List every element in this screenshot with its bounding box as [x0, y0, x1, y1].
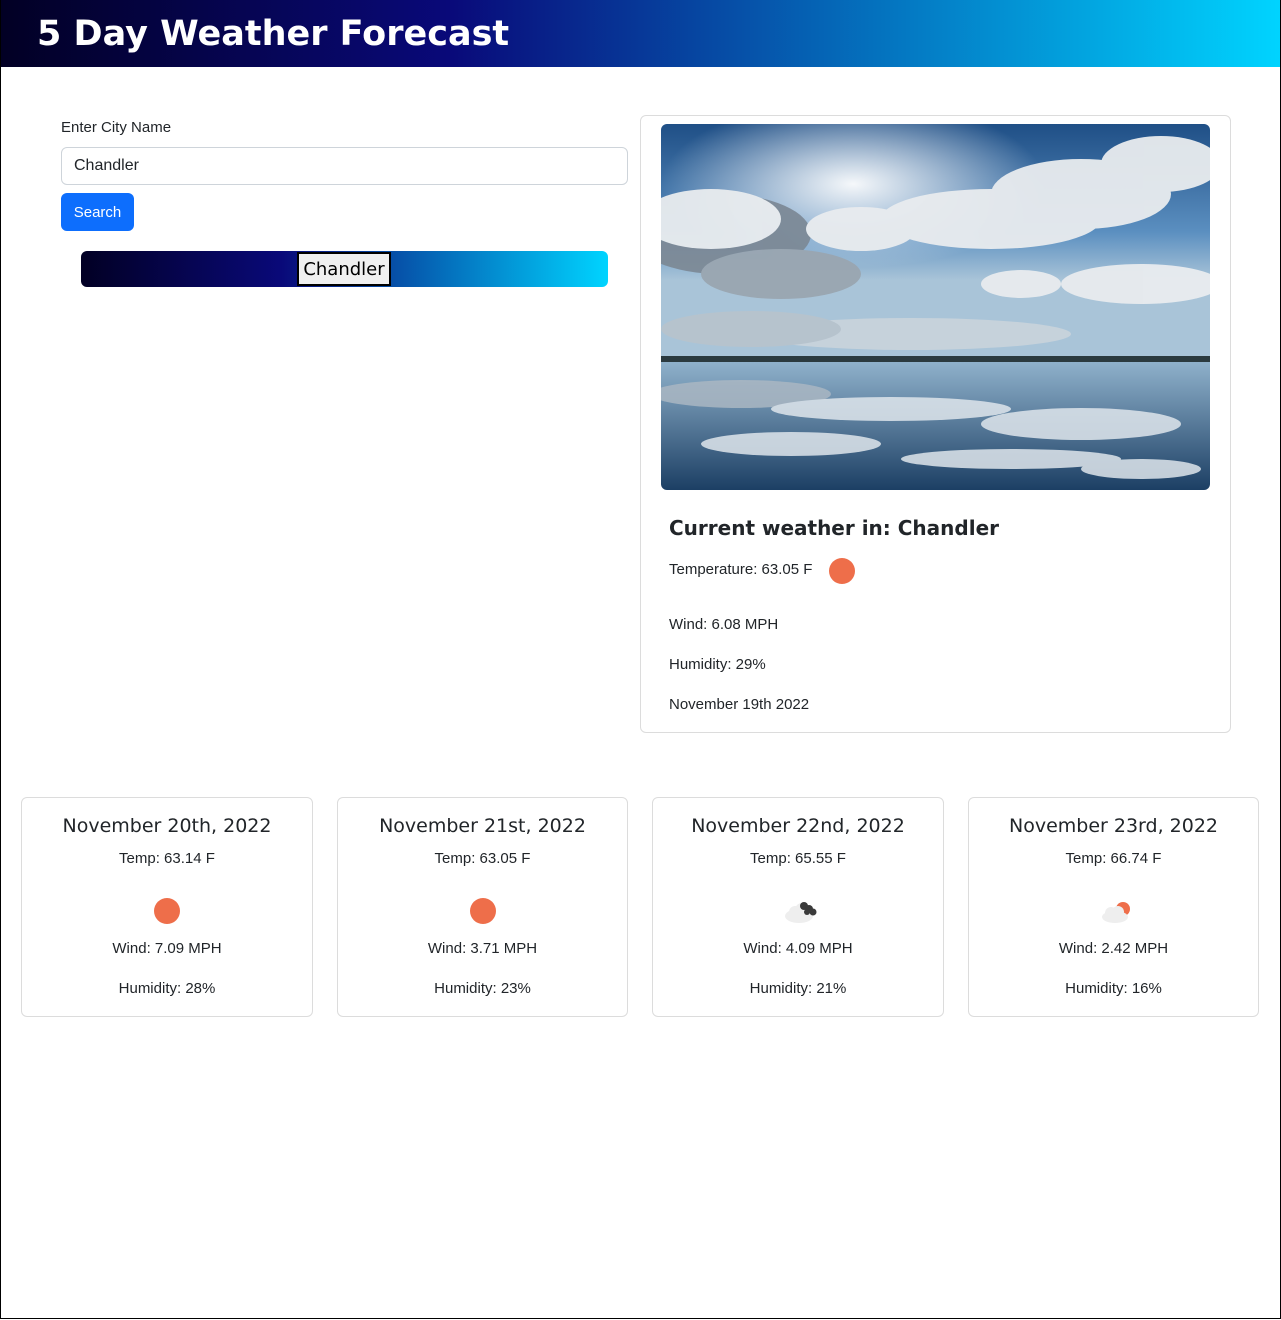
history-city-button[interactable]: Chandler — [297, 252, 391, 286]
site-header: 5 Day Weather Forecast — [0, 0, 1281, 67]
forecast-wind: Wind: 4.09 MPH — [743, 940, 853, 957]
forecast-card: November 20th, 2022 Temp: 63.14 F Wind: … — [21, 797, 313, 1017]
city-search-input[interactable] — [61, 147, 628, 185]
page-title: 5 Day Weather Forecast — [37, 14, 510, 54]
forecast-date: November 23rd, 2022 — [1008, 815, 1219, 837]
forecast-humidity: Humidity: 21% — [749, 980, 847, 997]
forecast-card: November 22nd, 2022 Temp: 65.55 F Wind: … — [652, 797, 944, 1017]
sun-icon — [152, 898, 182, 924]
forecast-humidity: Humidity: 28% — [118, 980, 216, 997]
broken-clouds-icon — [783, 898, 817, 924]
forecast-wind: Wind: 2.42 MPH — [1058, 940, 1169, 957]
forecast-card: November 21st, 2022 Temp: 63.05 F Wind: … — [337, 797, 628, 1017]
forecast-date: November 22nd, 2022 — [691, 815, 905, 837]
partly-cloudy-icon — [1099, 898, 1130, 924]
forecast-temp: Temp: 65.55 F — [750, 850, 846, 867]
forecast-humidity: Humidity: 16% — [1065, 980, 1162, 997]
city-name-label: Enter City Name — [61, 119, 172, 136]
current-date: November 19th 2022 — [669, 696, 810, 713]
sky-reflection-image — [661, 124, 1210, 490]
current-wind: Wind: 6.08 MPH — [669, 616, 779, 633]
current-humidity: Humidity: 29% — [669, 656, 766, 673]
forecast-card: November 23rd, 2022 Temp: 66.74 F Wind: … — [968, 797, 1259, 1017]
forecast-wind: Wind: 3.71 MPH — [427, 940, 538, 957]
forecast-temp: Temp: 63.05 F — [434, 850, 531, 867]
forecast-date: November 20th, 2022 — [62, 815, 272, 837]
forecast-wind: Wind: 7.09 MPH — [112, 940, 222, 957]
sun-icon — [468, 898, 498, 924]
forecast-temp: Temp: 66.74 F — [1065, 850, 1162, 867]
current-weather-title: Current weather in: Chandler — [669, 516, 999, 540]
forecast-humidity: Humidity: 23% — [434, 980, 531, 997]
current-temperature: Temperature: 63.05 F — [669, 561, 813, 578]
search-button[interactable]: Search — [61, 193, 134, 231]
forecast-date: November 21st, 2022 — [379, 815, 586, 837]
forecast-temp: Temp: 63.14 F — [119, 850, 215, 867]
sun-icon — [829, 558, 855, 584]
current-weather-card: Current weather in: Chandler Temperature… — [640, 115, 1231, 733]
